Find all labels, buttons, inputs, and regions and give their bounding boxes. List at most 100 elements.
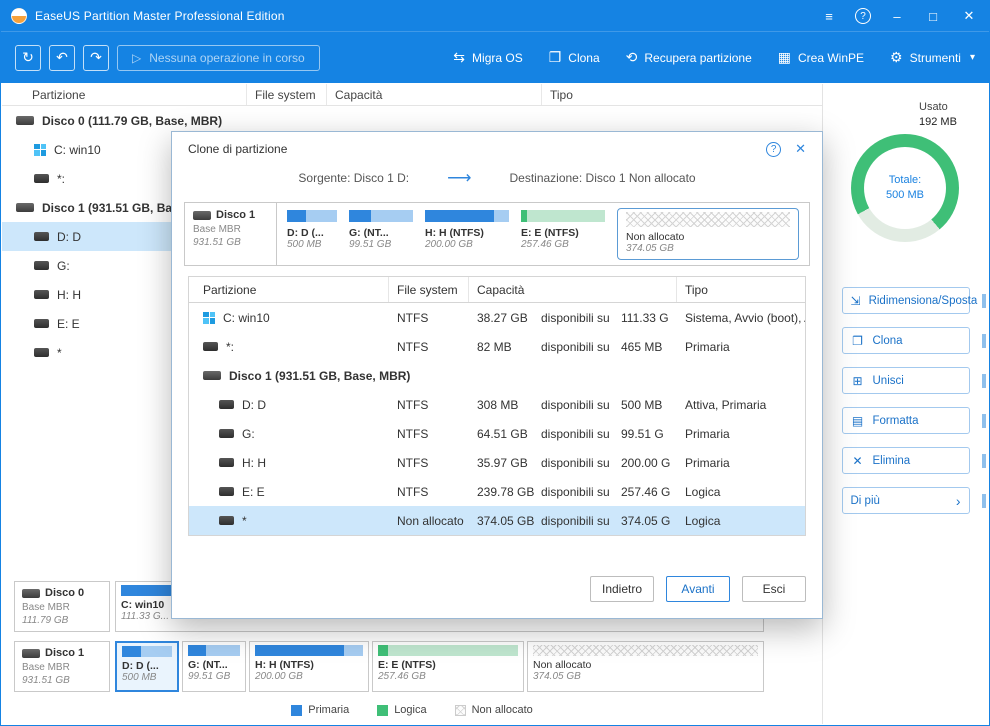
column-type[interactable]: Tipo — [542, 84, 822, 105]
menu-icon[interactable]: ≡ — [819, 6, 839, 26]
delete-icon: ✕ — [851, 454, 865, 468]
refresh-button[interactable]: ↻ — [15, 45, 41, 71]
row-type: Logica — [677, 485, 805, 499]
row-partition: E: E — [242, 485, 265, 499]
back-button[interactable]: Indietro — [590, 576, 654, 602]
block-h[interactable]: H: H (NTFS) 200.00 GB — [249, 641, 369, 692]
usage-bar — [349, 210, 413, 222]
block-d[interactable]: D: D (... 500 MB — [115, 641, 179, 692]
drive-icon — [219, 458, 234, 467]
usage-chart-area: Usato 192 MB Totale: 500 MB — [823, 84, 988, 274]
column-partition[interactable]: Partizione — [189, 277, 389, 302]
clone-side-button[interactable]: ❐ Clona — [842, 327, 970, 354]
easeus-logo-icon — [11, 8, 27, 24]
dialog-row-disk1-group[interactable]: Disco 1 (931.51 GB, Base, MBR) — [189, 361, 805, 390]
row-free: 64.51 GB — [469, 427, 541, 441]
block-g[interactable]: G: (NT... 99.51 GB — [182, 641, 246, 692]
column-partition[interactable]: Partizione — [2, 84, 247, 105]
column-type[interactable]: Tipo — [677, 277, 805, 302]
used-value: 192 MB — [919, 115, 957, 130]
dialog-close-icon[interactable]: ✕ — [795, 141, 806, 157]
dialog-row-h[interactable]: H: H NTFS 35.97 GB disponibili su 200.00… — [189, 448, 805, 477]
disk0-info-box[interactable]: Disco 0 Base MBR 111.79 GB — [14, 581, 110, 632]
logical-legend-swatch — [377, 705, 388, 716]
disk1-map-row: Disco 1 Base MBR 931.51 GB D: D (... 500… — [14, 641, 764, 692]
undo-button[interactable]: ↶ — [49, 45, 75, 71]
merge-button[interactable]: ⊞ Unisci — [842, 367, 970, 394]
partition-label: G: — [57, 259, 70, 273]
block-size: 200.00 GB — [255, 671, 363, 682]
minimize-icon[interactable]: – — [887, 6, 907, 26]
format-button[interactable]: ▤ Formatta — [842, 407, 970, 434]
disk1-name: Disco 1 — [45, 647, 84, 659]
more-button[interactable]: Di più › — [842, 487, 970, 514]
exit-button[interactable]: Esci — [742, 576, 806, 602]
strip-block-unallocated-selected[interactable]: Non allocato 374.05 GB — [617, 208, 799, 260]
app-window: EaseUS Partition Master Professional Edi… — [0, 0, 990, 726]
column-capacity[interactable]: Capacità — [327, 84, 542, 105]
dialog-row-d[interactable]: D: D NTFS 308 MB disponibili su 500 MB A… — [189, 390, 805, 419]
row-filesystem: NTFS — [389, 340, 469, 354]
dialog-row-e[interactable]: E: E NTFS 239.78 GB disponibili su 257.4… — [189, 477, 805, 506]
recover-partition-button[interactable]: ⟲ Recupera partizione — [626, 49, 752, 66]
dialog-row-g[interactable]: G: NTFS 64.51 GB disponibili su 99.51 G … — [189, 419, 805, 448]
list-column-headers: Partizione File system Capacità Tipo — [2, 84, 822, 106]
used-callout: Usato 192 MB — [919, 100, 957, 130]
column-file-system[interactable]: File system — [389, 277, 469, 302]
redo-button[interactable]: ↷ — [83, 45, 109, 71]
strip-block-size: 257.46 GB — [521, 239, 605, 250]
help-icon[interactable]: ? — [855, 8, 871, 24]
dialog-help-icon[interactable]: ? — [766, 142, 781, 157]
create-winpe-button[interactable]: ▦ Crea WinPE — [778, 49, 864, 66]
disk1-type: Base MBR — [22, 662, 102, 673]
partition-label: C: win10 — [54, 143, 101, 157]
block-unallocated[interactable]: Non allocato 374.05 GB — [527, 641, 764, 692]
dialog-title: Clone di partizione — [188, 142, 287, 156]
arrow-right-icon: ⟶ — [447, 168, 471, 188]
clone-button[interactable]: ❐ Clona — [549, 49, 600, 66]
drive-icon — [34, 232, 49, 241]
column-file-system[interactable]: File system — [247, 84, 327, 105]
tools-menu-button[interactable]: ⚙ Strumenti ▾ — [890, 49, 975, 66]
dialog-row-c-win10[interactable]: C: win10 NTFS 38.27 GB disponibili su 11… — [189, 303, 805, 332]
row-free: 82 MB — [469, 340, 541, 354]
row-filesystem: NTFS — [389, 485, 469, 499]
block-size: 99.51 GB — [188, 671, 240, 682]
drive-icon — [219, 516, 234, 525]
block-e[interactable]: E: E (NTFS) 257.46 GB — [372, 641, 524, 692]
delete-button[interactable]: ✕ Elimina — [842, 447, 970, 474]
primary-legend-swatch — [291, 705, 302, 716]
disk1-info-box[interactable]: Disco 1 Base MBR 931.51 GB — [14, 641, 110, 692]
strip-disk-size: 931.51 GB — [193, 237, 268, 248]
title-bar: EaseUS Partition Master Professional Edi… — [1, 1, 989, 31]
dialog-row-unallocated-selected[interactable]: * Non allocato 374.05 GB disponibili su … — [189, 506, 805, 535]
migrate-os-button[interactable]: ⇆ Migra OS — [453, 49, 522, 66]
resize-move-button[interactable]: ⇲ Ridimensiona/Sposta — [842, 287, 970, 314]
winpe-icon: ▦ — [778, 49, 791, 66]
next-button[interactable]: Avanti — [666, 576, 730, 602]
drive-icon — [34, 348, 49, 357]
used-label: Usato — [919, 100, 957, 115]
usage-bar — [287, 210, 337, 222]
strip-block-label: H: H (NTFS) — [425, 227, 509, 239]
strip-block-d[interactable]: D: D (... 500 MB — [287, 210, 337, 258]
strip-block-size: 500 MB — [287, 239, 337, 250]
pending-operations-label: Nessuna operazione in corso — [149, 51, 304, 65]
maximize-icon[interactable]: □ — [923, 6, 943, 26]
dialog-partition-table: Partizione File system Capacità Tipo C: … — [188, 276, 806, 536]
strip-block-e[interactable]: E: E (NTFS) 257.46 GB — [521, 210, 605, 258]
pending-operations-button[interactable]: ▷ Nessuna operazione in corso — [117, 45, 320, 71]
strip-block-h[interactable]: H: H (NTFS) 200.00 GB — [425, 210, 509, 258]
dialog-row-star-colon[interactable]: *: NTFS 82 MB disponibili su 465 MB Prim… — [189, 332, 805, 361]
row-free: 374.05 GB — [469, 514, 541, 528]
drive-icon — [219, 487, 234, 496]
strip-block-g[interactable]: G: (NT... 99.51 GB — [349, 210, 413, 258]
strip-disk-name: Disco 1 — [216, 209, 255, 221]
partition-label: H: H — [57, 288, 81, 302]
create-winpe-label: Crea WinPE — [798, 51, 864, 65]
clone-partition-dialog: Clone di partizione ? ✕ Sorgente: Disco … — [171, 131, 823, 619]
column-capacity[interactable]: Capacità — [469, 277, 677, 302]
resize-move-label: Ridimensiona/Sposta — [869, 295, 978, 307]
close-icon[interactable]: ✕ — [959, 6, 979, 26]
usage-bar — [378, 645, 518, 656]
